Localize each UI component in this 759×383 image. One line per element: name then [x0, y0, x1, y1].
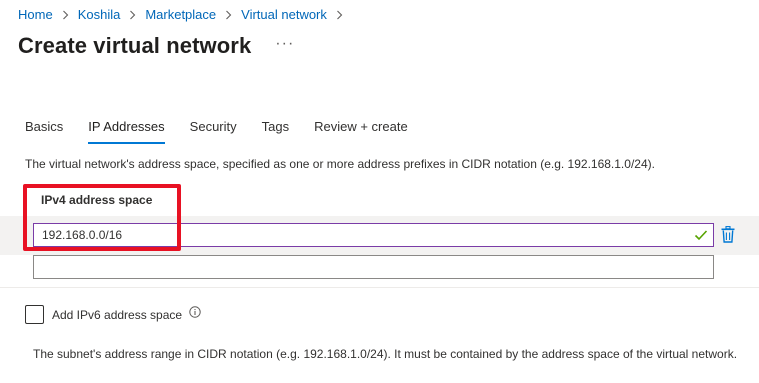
- ipv6-checkbox[interactable]: [25, 305, 44, 324]
- breadcrumb-virtual-network[interactable]: Virtual network: [241, 7, 327, 22]
- breadcrumb-koshila[interactable]: Koshila: [78, 7, 121, 22]
- subnet-description: The subnet's address range in CIDR notat…: [33, 347, 738, 361]
- chevron-right-icon: [336, 10, 343, 20]
- section-divider: [0, 287, 759, 288]
- page-title: Create virtual network: [18, 33, 252, 58]
- breadcrumb-marketplace[interactable]: Marketplace: [145, 7, 216, 22]
- tab-review-create[interactable]: Review + create: [314, 119, 408, 144]
- tab-tags[interactable]: Tags: [262, 119, 289, 144]
- chevron-right-icon: [62, 10, 69, 20]
- ipv4-address-input[interactable]: [33, 223, 714, 247]
- tab-security[interactable]: Security: [190, 119, 237, 144]
- trash-icon[interactable]: [721, 226, 735, 243]
- ipv6-checkbox-label[interactable]: Add IPv6 address space: [52, 308, 182, 322]
- chevron-right-icon: [225, 10, 232, 20]
- tab-ip-addresses[interactable]: IP Addresses: [88, 119, 166, 144]
- title-row: Create virtual network ···: [18, 33, 294, 59]
- tab-bar: Basics IP Addresses Security Tags Review…: [25, 119, 433, 144]
- tab-basics[interactable]: Basics: [25, 119, 63, 144]
- address-space-description: The virtual network's address space, spe…: [25, 157, 655, 171]
- breadcrumb: Home Koshila Marketplace Virtual network: [18, 7, 352, 22]
- info-icon[interactable]: [189, 305, 201, 318]
- more-options-button[interactable]: ···: [275, 35, 294, 53]
- checkmark-icon: [694, 230, 708, 241]
- ipv4-address-space-label: IPv4 address space: [41, 193, 153, 207]
- chevron-right-icon: [129, 10, 136, 20]
- breadcrumb-home[interactable]: Home: [18, 7, 53, 22]
- new-address-space-input[interactable]: [33, 255, 714, 279]
- ipv6-option-row: Add IPv6 address space: [25, 305, 201, 324]
